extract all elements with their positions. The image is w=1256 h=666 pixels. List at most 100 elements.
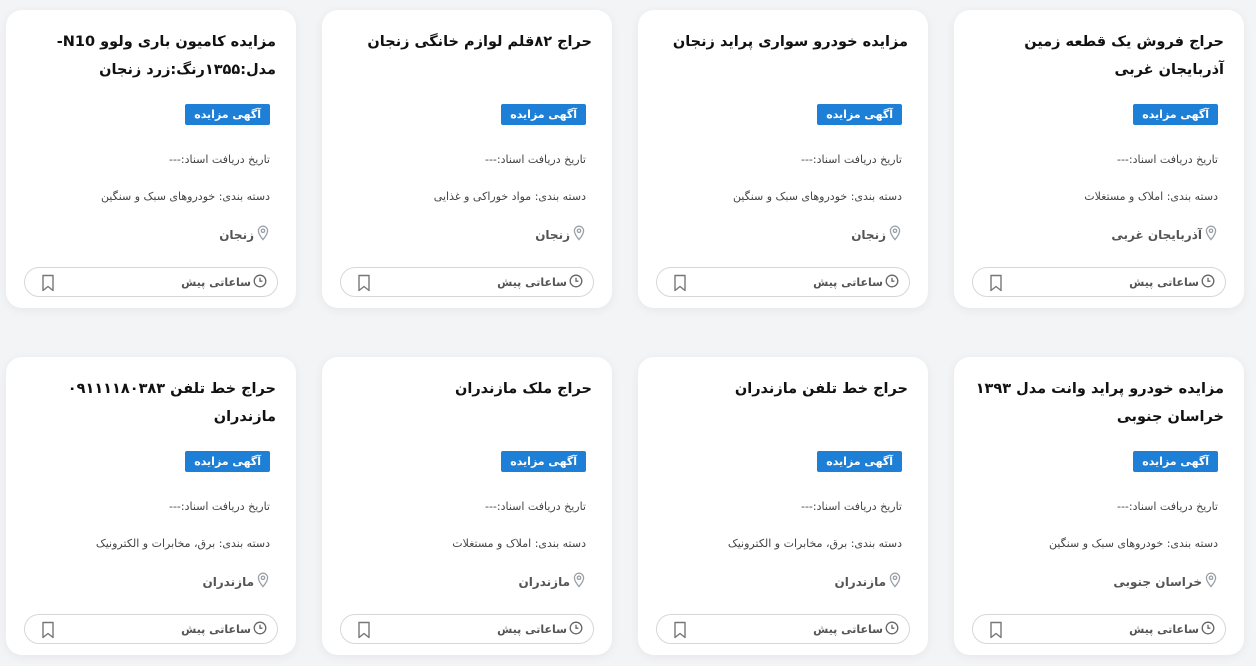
card-title[interactable]: مزایده کامیون باری ولوو N10-مدل:۱۳۵۵رنگ:…: [22, 28, 276, 84]
auction-card[interactable]: حراج خط تلفن مازندران آگهی مزایده تاریخ …: [638, 357, 928, 655]
map-pin-icon: [572, 225, 586, 244]
document-date: تاریخ دریافت اسناد:---: [800, 500, 902, 513]
category: دسته بندی: املاک و مستغلات: [1084, 190, 1218, 203]
posted-time-label: ساعاتی پیش: [813, 276, 883, 289]
clock-icon: [253, 274, 267, 291]
posted-time: ساعاتی پیش: [813, 274, 899, 291]
document-date: تاریخ دریافت اسناد:---: [1116, 153, 1218, 166]
posted-time-label: ساعاتی پیش: [497, 623, 567, 636]
card-footer: ساعاتی پیش: [24, 614, 278, 644]
auction-card[interactable]: حراج ملک مازندران آگهی مزایده تاریخ دریا…: [322, 357, 612, 655]
location-label: آذربایجان غربی: [1111, 227, 1202, 242]
auction-card[interactable]: حراج ۸۲قلم لوازم خانگی زنجان آگهی مزایده…: [322, 10, 612, 308]
bookmark-icon[interactable]: [987, 620, 1005, 640]
clock-icon: [569, 621, 583, 638]
category: دسته بندی: برق، مخابرات و الکترونیک: [95, 537, 270, 550]
card-footer: ساعاتی پیش: [656, 614, 910, 644]
posted-time-label: ساعاتی پیش: [1129, 276, 1199, 289]
document-date: تاریخ دریافت اسناد:---: [1116, 500, 1218, 513]
location-label: مازندران: [834, 574, 886, 589]
map-pin-icon: [888, 572, 902, 591]
card-title[interactable]: حراج فروش یک قطعه زمین آذربایجان غربی: [970, 28, 1224, 84]
clock-icon: [1201, 621, 1215, 638]
card-title[interactable]: مزایده خودرو سواری پراید زنجان: [654, 28, 908, 56]
location-label: زنجان: [219, 227, 254, 242]
clock-icon: [1201, 274, 1215, 291]
document-date: تاریخ دریافت اسناد:---: [168, 500, 270, 513]
posted-time: ساعاتی پیش: [497, 274, 583, 291]
auction-card-grid: حراج فروش یک قطعه زمین آذربایجان غربی آگ…: [0, 0, 1256, 666]
posted-time: ساعاتی پیش: [497, 621, 583, 638]
bookmark-icon[interactable]: [671, 620, 689, 640]
location-label: مازندران: [202, 574, 254, 589]
clock-icon: [569, 274, 583, 291]
clock-icon: [885, 274, 899, 291]
category: دسته بندی: املاک و مستغلات: [452, 537, 586, 550]
auction-badge: آگهی مزایده: [501, 104, 586, 125]
map-pin-icon: [256, 225, 270, 244]
posted-time: ساعاتی پیش: [181, 621, 267, 638]
auction-badge: آگهی مزایده: [1133, 451, 1218, 472]
location: آذربایجان غربی: [1111, 225, 1218, 244]
auction-card[interactable]: مزایده خودرو پراید وانت مدل ۱۳۹۳ خراسان …: [954, 357, 1244, 655]
card-footer: ساعاتی پیش: [972, 267, 1226, 297]
auction-card[interactable]: مزایده خودرو سواری پراید زنجان آگهی مزای…: [638, 10, 928, 308]
location: مازندران: [202, 572, 270, 591]
clock-icon: [253, 621, 267, 638]
location: زنجان: [851, 225, 902, 244]
posted-time: ساعاتی پیش: [1129, 274, 1215, 291]
location-label: زنجان: [851, 227, 886, 242]
posted-time-label: ساعاتی پیش: [181, 276, 251, 289]
location: مازندران: [834, 572, 902, 591]
location: خراسان جنوبی: [1113, 572, 1218, 591]
posted-time: ساعاتی پیش: [813, 621, 899, 638]
location-label: زنجان: [535, 227, 570, 242]
document-date: تاریخ دریافت اسناد:---: [168, 153, 270, 166]
auction-card[interactable]: حراج فروش یک قطعه زمین آذربایجان غربی آگ…: [954, 10, 1244, 308]
category: دسته بندی: خودروهای سبک و سنگین: [1048, 537, 1218, 550]
location: زنجان: [219, 225, 270, 244]
document-date: تاریخ دریافت اسناد:---: [484, 500, 586, 513]
card-footer: ساعاتی پیش: [340, 614, 594, 644]
posted-time-label: ساعاتی پیش: [181, 623, 251, 636]
map-pin-icon: [1204, 572, 1218, 591]
card-footer: ساعاتی پیش: [24, 267, 278, 297]
card-title[interactable]: حراج خط تلفن مازندران: [654, 375, 908, 403]
category: دسته بندی: خودروهای سبک و سنگین: [100, 190, 270, 203]
bookmark-icon[interactable]: [39, 273, 57, 293]
auction-badge: آگهی مزایده: [817, 451, 902, 472]
bookmark-icon[interactable]: [671, 273, 689, 293]
posted-time-label: ساعاتی پیش: [1129, 623, 1199, 636]
category: دسته بندی: مواد خوراکی و غذایی: [433, 190, 586, 203]
location-label: مازندران: [518, 574, 570, 589]
card-footer: ساعاتی پیش: [656, 267, 910, 297]
location-label: خراسان جنوبی: [1113, 574, 1202, 589]
auction-card[interactable]: حراج خط تلفن ۰۹۱۱۱۱۸۰۳۸۳ مازندران آگهی م…: [6, 357, 296, 655]
card-title[interactable]: حراج ۸۲قلم لوازم خانگی زنجان: [338, 28, 592, 56]
bookmark-icon[interactable]: [355, 620, 373, 640]
posted-time-label: ساعاتی پیش: [813, 623, 883, 636]
auction-badge: آگهی مزایده: [185, 451, 270, 472]
card-title[interactable]: حراج ملک مازندران: [338, 375, 592, 403]
bookmark-icon[interactable]: [987, 273, 1005, 293]
card-title[interactable]: مزایده خودرو پراید وانت مدل ۱۳۹۳ خراسان …: [970, 375, 1224, 431]
card-title[interactable]: حراج خط تلفن ۰۹۱۱۱۱۸۰۳۸۳ مازندران: [22, 375, 276, 431]
category: دسته بندی: برق، مخابرات و الکترونیک: [727, 537, 902, 550]
card-footer: ساعاتی پیش: [972, 614, 1226, 644]
map-pin-icon: [572, 572, 586, 591]
auction-card[interactable]: مزایده کامیون باری ولوو N10-مدل:۱۳۵۵رنگ:…: [6, 10, 296, 308]
map-pin-icon: [256, 572, 270, 591]
auction-badge: آگهی مزایده: [1133, 104, 1218, 125]
map-pin-icon: [888, 225, 902, 244]
posted-time: ساعاتی پیش: [181, 274, 267, 291]
category: دسته بندی: خودروهای سبک و سنگین: [732, 190, 902, 203]
bookmark-icon[interactable]: [39, 620, 57, 640]
posted-time: ساعاتی پیش: [1129, 621, 1215, 638]
location: مازندران: [518, 572, 586, 591]
map-pin-icon: [1204, 225, 1218, 244]
auction-badge: آگهی مزایده: [817, 104, 902, 125]
document-date: تاریخ دریافت اسناد:---: [800, 153, 902, 166]
bookmark-icon[interactable]: [355, 273, 373, 293]
document-date: تاریخ دریافت اسناد:---: [484, 153, 586, 166]
location: زنجان: [535, 225, 586, 244]
